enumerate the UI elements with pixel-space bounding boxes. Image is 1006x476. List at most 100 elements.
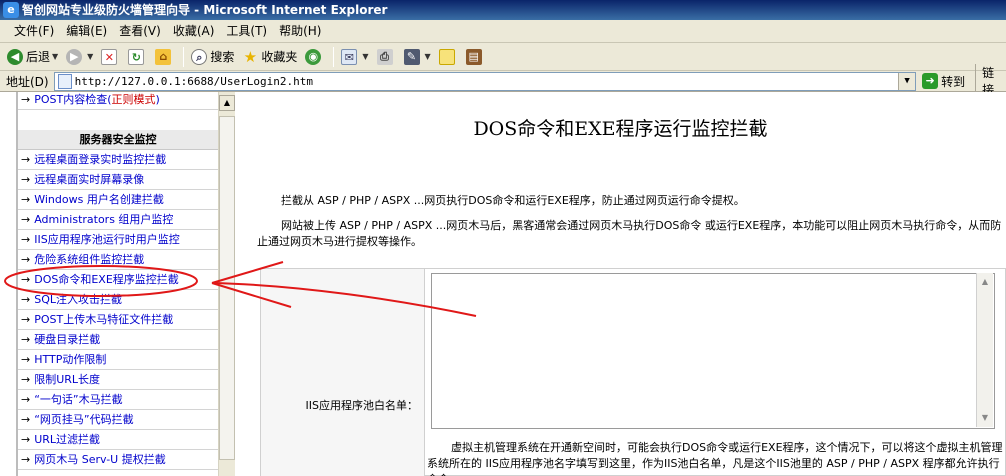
- edit-button[interactable]: ✎ ▼: [401, 46, 434, 68]
- section-title: 服务器安全监控: [18, 130, 218, 150]
- go-label: 转到: [941, 74, 966, 89]
- go-button[interactable]: ➜ 转到: [922, 73, 965, 90]
- sidebar-item-servu[interactable]: → 网页木马 Serv-U 提权拦截: [18, 450, 218, 470]
- favorites-label: 收藏夹: [261, 50, 298, 64]
- arrow-icon: →: [21, 293, 31, 306]
- back-dropdown-icon[interactable]: ▼: [52, 52, 58, 61]
- menu-view[interactable]: 查看(V): [113, 22, 167, 41]
- whitelist-label-cell: IIS应用程序池白名单：: [261, 269, 425, 476]
- sidebar-item-label: 远程桌面实时屏幕录像: [34, 173, 145, 186]
- search-button[interactable]: ⌕ 搜索: [188, 46, 237, 68]
- sidebar-item-label: 远程桌面登录实时监控拦截: [34, 153, 167, 166]
- description-intro: 拦截从 ASP / PHP / ASPX ...网页执行DOS命令和运行EXE程…: [281, 194, 745, 207]
- sidebar-item-danger-component[interactable]: → 危险系统组件监控拦截: [18, 250, 218, 270]
- print-icon: ⎙: [376, 48, 393, 65]
- sidebar-item-label: “网页挂马”代码拦截: [34, 413, 134, 426]
- sidebar-item-label: IIS应用程序池运行时用户监控: [34, 233, 180, 246]
- sidebar-item-windows-user[interactable]: → Windows 用户名创建拦截: [18, 190, 218, 210]
- address-input[interactable]: http://127.0.0.1:6688/UserLogin2.htm ▼: [53, 71, 917, 91]
- edit-dropdown-icon[interactable]: ▼: [425, 52, 431, 61]
- mail-button[interactable]: ✉ ▼: [338, 46, 371, 68]
- menu-favorites[interactable]: 收藏(A): [167, 22, 221, 41]
- sidebar-item-iis-pool[interactable]: → IIS应用程序池运行时用户监控: [18, 230, 218, 250]
- ie-logo-icon: e: [3, 2, 19, 18]
- whitelist-label: IIS应用程序池白名单：: [305, 399, 418, 412]
- forward-dropdown-icon[interactable]: ▼: [87, 52, 93, 61]
- arrow-icon: →: [21, 173, 31, 186]
- arrow-icon: →: [21, 353, 31, 366]
- sidebar-item-url-filter[interactable]: → URL过滤拦截: [18, 430, 218, 450]
- title-bar: e 智创网站专业级防火墙管理向导 - Microsoft Internet Ex…: [0, 0, 1006, 20]
- sidebar-item-dos-exe[interactable]: → DOS命令和EXE程序监控拦截: [18, 270, 218, 290]
- stop-button[interactable]: ✕: [98, 46, 123, 68]
- sidebar-item-label: POST上传木马特征文件拦截: [34, 313, 174, 326]
- sidebar-item-sql-injection[interactable]: → SQL注入攻击拦截: [18, 290, 218, 310]
- search-label: 搜索: [210, 50, 235, 64]
- sidebar-item-url-length[interactable]: → 限制URL长度: [18, 370, 218, 390]
- sidebar-scrollbar[interactable]: ▲: [218, 92, 235, 476]
- sidebar-item-admin-group[interactable]: → Administrators 组用户监控: [18, 210, 218, 230]
- sidebar-item-label: “一句话”木马拦截: [34, 393, 123, 406]
- address-dropdown-icon[interactable]: ▼: [898, 72, 916, 90]
- sidebar-item-one-line-trojan[interactable]: → “一句话”木马拦截: [18, 390, 218, 410]
- arrow-icon: →: [21, 373, 31, 386]
- print-button[interactable]: ⎙: [374, 46, 399, 68]
- scroll-up-icon[interactable]: ▲: [219, 95, 235, 111]
- arrow-icon: →: [21, 393, 31, 406]
- menu-bar: 文件(F) 编辑(E) 查看(V) 收藏(A) 工具(T) 帮助(H): [0, 20, 1006, 43]
- back-button[interactable]: ◀ 后退 ▼: [4, 46, 61, 68]
- back-arrow-icon: ◀: [7, 48, 23, 65]
- stop-icon: ✕: [101, 48, 118, 65]
- sidebar-item-disk-dir[interactable]: → 硬盘目录拦截: [18, 330, 218, 350]
- sidebar-item-label: 危险系统组件监控拦截: [34, 253, 145, 266]
- arrow-icon: →: [21, 453, 31, 466]
- sidebar-nav: → POST内容检查(正则模式) 服务器安全监控 → 远程桌面登录实时监控拦截 → 远…: [0, 92, 218, 476]
- arrow-icon: →: [21, 93, 31, 106]
- sidebar-item-label: SQL注入攻击拦截: [34, 293, 122, 306]
- search-icon: ⌕: [191, 48, 208, 65]
- description-detail: 网站被上传 ASP / PHP / ASPX ...网页木马后，黑客通常会通过网…: [257, 219, 1002, 248]
- menu-help[interactable]: 帮助(H): [273, 22, 327, 41]
- sidebar-item-rdp-login[interactable]: → 远程桌面登录实时监控拦截: [18, 150, 218, 170]
- arrow-icon: →: [21, 193, 31, 206]
- sidebar-item-label: 限制URL长度: [34, 373, 101, 386]
- forward-arrow-icon: ▶: [66, 48, 83, 65]
- whitelist-textarea[interactable]: [431, 273, 995, 429]
- sidebar-item-label: Windows 用户名创建拦截: [34, 193, 164, 206]
- sidebar-item-post-check[interactable]: → POST内容检查(正则模式): [18, 92, 218, 110]
- mode-label: 正则模式: [111, 93, 156, 106]
- refresh-button[interactable]: ↻: [125, 46, 150, 68]
- address-url: http://127.0.0.1:6688/UserLogin2.htm: [74, 74, 314, 88]
- sidebar-item-label: Administrators 组用户监控: [34, 213, 174, 226]
- arrow-icon: →: [21, 253, 31, 266]
- page-icon: [57, 73, 72, 89]
- menu-file[interactable]: 文件(F): [8, 22, 60, 41]
- scrollbar-thumb[interactable]: [219, 116, 235, 460]
- sidebar-item-label: HTTP动作限制: [34, 353, 107, 366]
- menu-tools[interactable]: 工具(T): [220, 22, 273, 41]
- go-arrow-icon: ➜: [922, 73, 939, 89]
- browser-window: e 智创网站专业级防火墙管理向导 - Microsoft Internet Ex…: [0, 0, 1006, 476]
- note-icon: [438, 48, 455, 65]
- forward-button[interactable]: ▶ ▼: [63, 46, 96, 68]
- mail-icon: ✉: [341, 48, 358, 65]
- home-icon: ⌂: [155, 48, 172, 65]
- mail-dropdown-icon[interactable]: ▼: [362, 52, 368, 61]
- messenger-button[interactable]: ▤: [463, 46, 488, 68]
- sidebar-item-rdp-record[interactable]: → 远程桌面实时屏幕录像: [18, 170, 218, 190]
- toolbar-separator: [183, 46, 185, 67]
- window-title: 智创网站专业级防火墙管理向导 - Microsoft Internet Expl…: [22, 3, 388, 17]
- mode-close: ): [155, 93, 160, 106]
- main-content: DOS命令和EXE程序运行监控拦截 拦截从 ASP / PHP / ASPX .…: [235, 92, 1006, 476]
- home-button[interactable]: ⌂: [152, 46, 177, 68]
- sidebar-item-webpage-hijack[interactable]: → “网页挂马”代码拦截: [18, 410, 218, 430]
- page-title: DOS命令和EXE程序运行监控拦截: [473, 118, 768, 140]
- sidebar-item-http-verb[interactable]: → HTTP动作限制: [18, 350, 218, 370]
- sidebar-item-post-upload[interactable]: → POST上传木马特征文件拦截: [18, 310, 218, 330]
- menu-edit[interactable]: 编辑(E): [60, 22, 113, 41]
- sidebar-item-label: 硬盘目录拦截: [34, 333, 101, 346]
- discuss-button[interactable]: [436, 46, 461, 68]
- media-button[interactable]: ◉: [302, 46, 327, 68]
- research-icon: ▤: [465, 48, 482, 65]
- favorites-button[interactable]: ★ 收藏夹: [239, 46, 300, 68]
